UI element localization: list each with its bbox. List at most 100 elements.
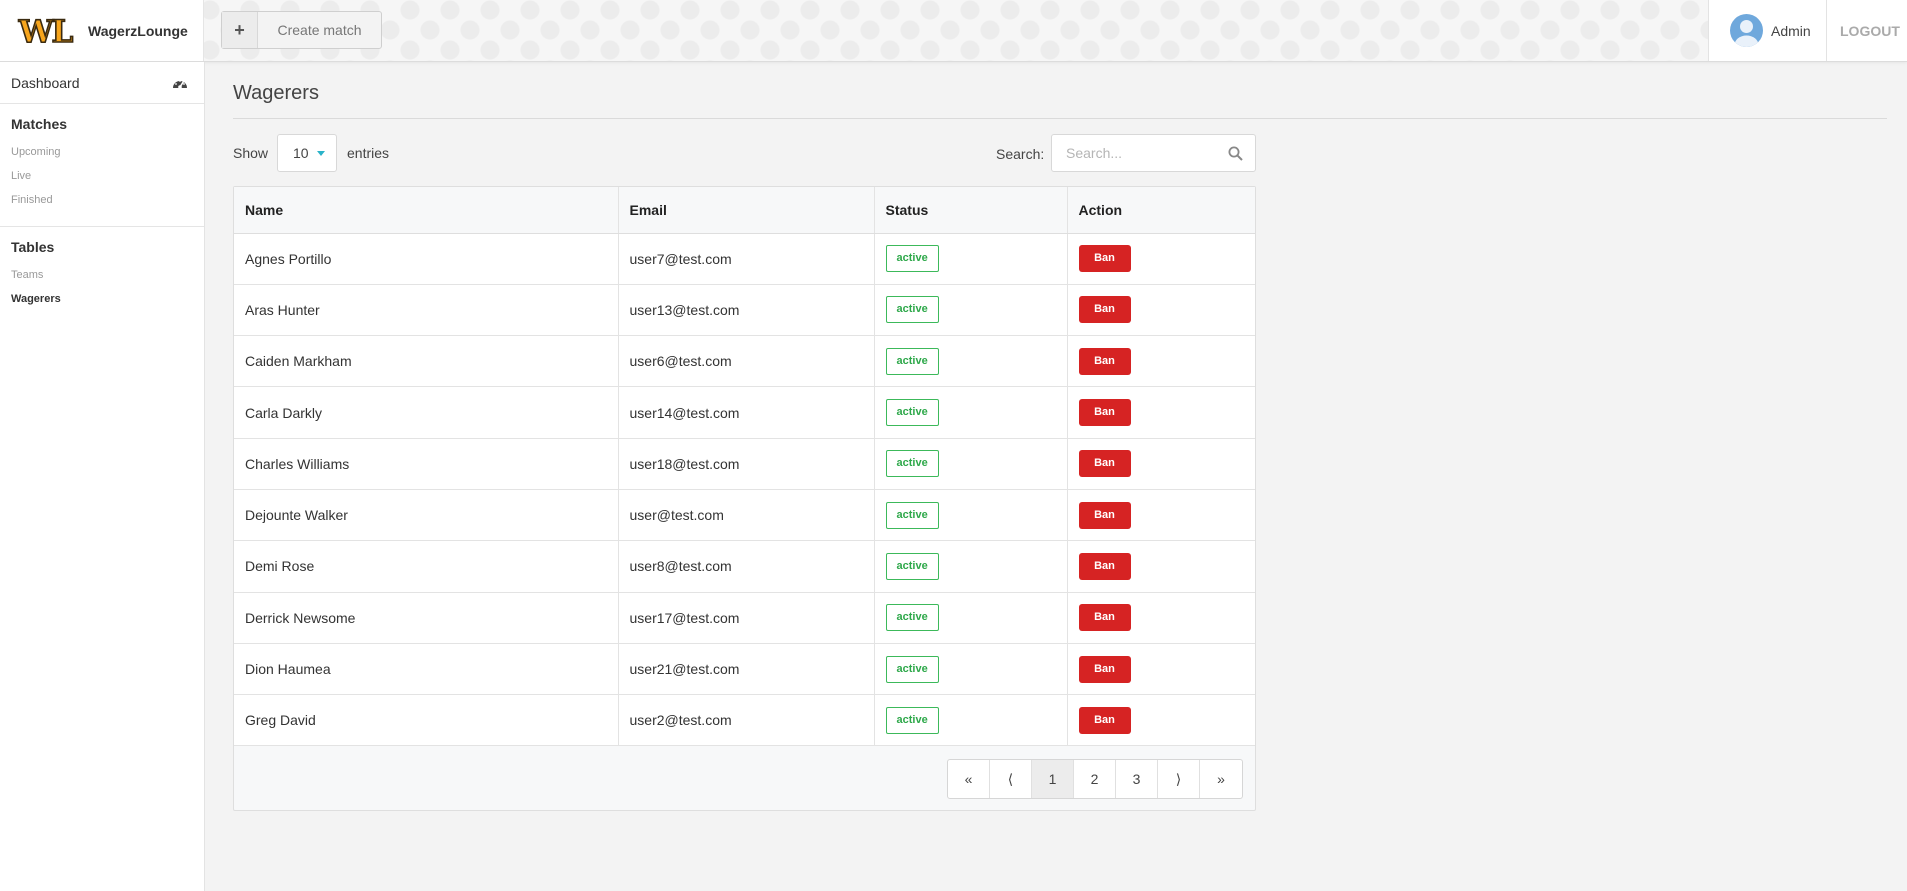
wagerer-name: Greg David: [245, 712, 316, 729]
pagination-first[interactable]: «: [948, 760, 990, 798]
pagination-last[interactable]: »: [1200, 760, 1242, 798]
sidebar-item-wagerers[interactable]: Wagerers: [11, 287, 204, 311]
cell-action: Ban: [1067, 233, 1255, 285]
wagerer-name: Caiden Markham: [245, 353, 352, 370]
cell-action: Ban: [1067, 540, 1255, 593]
cell-status: active: [874, 489, 1068, 542]
ban-button[interactable]: Ban: [1078, 604, 1131, 632]
status-badge: active: [885, 399, 939, 427]
wagerer-email: user7@test.com: [629, 250, 732, 267]
status-badge: active: [885, 655, 939, 683]
pagination-page-3[interactable]: 3: [1116, 760, 1158, 798]
gauge-icon: [173, 79, 187, 89]
wagerer-name: Aras Hunter: [245, 301, 320, 318]
wagerer-email: user8@test.com: [629, 558, 732, 575]
column-header-email[interactable]: Email: [618, 187, 875, 234]
sidebar-item-upcoming[interactable]: Upcoming: [11, 140, 204, 164]
wagerer-email: user13@test.com: [629, 301, 740, 318]
wagerer-email: user17@test.com: [629, 609, 740, 626]
brand[interactable]: WL WagerzLounge: [0, 0, 204, 61]
column-header-action[interactable]: Action: [1067, 187, 1255, 234]
ban-button[interactable]: Ban: [1078, 245, 1131, 273]
cell-name: Charles Williams: [234, 438, 619, 490]
search-icon[interactable]: [1228, 146, 1243, 161]
wagerer-email: user6@test.com: [629, 353, 732, 370]
cell-email: user7@test.com: [618, 233, 875, 285]
cell-action: Ban: [1067, 489, 1255, 542]
cell-email: user8@test.com: [618, 540, 875, 593]
table-row: Dion Haumea user21@test.com active Ban: [234, 643, 1255, 696]
ban-button[interactable]: Ban: [1078, 347, 1131, 375]
cell-status: active: [874, 592, 1068, 644]
table-row: Caiden Markham user6@test.com active Ban: [234, 335, 1255, 388]
cell-name: Dejounte Walker: [234, 489, 619, 542]
status-badge: active: [885, 245, 939, 273]
wagerer-email: user18@test.com: [629, 455, 740, 472]
ban-button[interactable]: Ban: [1078, 706, 1131, 734]
pagination-page-2[interactable]: 2: [1074, 760, 1116, 798]
search-label: Search:: [996, 146, 1045, 162]
cell-name: Greg David: [234, 694, 619, 747]
search-input[interactable]: [1052, 135, 1222, 171]
cell-action: Ban: [1067, 643, 1255, 696]
cell-name: Demi Rose: [234, 540, 619, 593]
pagination-prev[interactable]: ⟨: [990, 760, 1032, 798]
cell-name: Caiden Markham: [234, 335, 619, 388]
create-match-button[interactable]: + Create match: [221, 11, 382, 49]
pagination-page-1[interactable]: 1: [1032, 760, 1074, 798]
pagination: « ⟨ 1 2 3 ⟩ »: [947, 759, 1243, 799]
sidebar-item-dashboard[interactable]: Dashboard: [0, 62, 204, 104]
cell-name: Carla Darkly: [234, 386, 619, 439]
cell-email: user21@test.com: [618, 643, 875, 696]
ban-button[interactable]: Ban: [1078, 501, 1131, 529]
create-match-label: Create match: [277, 22, 362, 38]
wagerer-email: user@test.com: [629, 507, 724, 524]
sidebar-item-teams[interactable]: Teams: [11, 263, 204, 287]
page-title: Wagerers: [233, 82, 319, 104]
wagerers-table: Name Email Status Action Agnes Portillo u…: [234, 187, 1255, 747]
wagerer-name: Dion Haumea: [245, 661, 331, 678]
pagination-next[interactable]: ⟩: [1158, 760, 1200, 798]
column-header-name[interactable]: Name: [234, 187, 619, 234]
cell-status: active: [874, 386, 1068, 439]
cell-action: Ban: [1067, 438, 1255, 490]
cell-email: user@test.com: [618, 489, 875, 542]
table-row: Charles Williams user18@test.com active Ban: [234, 438, 1255, 490]
cell-email: user13@test.com: [618, 284, 875, 337]
search-box: [1051, 134, 1256, 172]
ban-button[interactable]: Ban: [1078, 552, 1131, 580]
ban-button[interactable]: Ban: [1078, 296, 1131, 324]
cell-name: Dion Haumea: [234, 643, 619, 696]
status-badge: active: [885, 347, 939, 375]
cell-action: Ban: [1067, 335, 1255, 388]
user-avatar-icon: [1730, 14, 1763, 47]
cell-action: Ban: [1067, 284, 1255, 337]
ban-button[interactable]: Ban: [1078, 399, 1131, 427]
ban-button[interactable]: Ban: [1078, 655, 1131, 683]
cell-name: Aras Hunter: [234, 284, 619, 337]
column-header-status[interactable]: Status: [874, 187, 1068, 234]
entries-label: entries: [347, 145, 390, 161]
sidebar-item-finished[interactable]: Finished: [11, 188, 204, 212]
cell-status: active: [874, 438, 1068, 490]
cell-email: user2@test.com: [618, 694, 875, 747]
page-size-select[interactable]: 10: [277, 134, 337, 172]
cell-name: Derrick Newsome: [234, 592, 619, 644]
sidebar-item-live[interactable]: Live: [11, 164, 204, 188]
status-badge: active: [885, 501, 939, 529]
ban-button[interactable]: Ban: [1078, 450, 1131, 478]
cell-email: user14@test.com: [618, 386, 875, 439]
title-divider: [233, 118, 1887, 119]
user-menu[interactable]: Admin: [1708, 0, 1826, 61]
wagerer-email: user21@test.com: [629, 661, 740, 678]
chevron-down-icon: [316, 150, 325, 156]
wl-logo: WL: [17, 14, 76, 48]
sidebar-heading-tables: Tables: [11, 239, 55, 255]
status-badge: active: [885, 296, 939, 324]
cell-email: user17@test.com: [618, 592, 875, 644]
top-bar: WL WagerzLounge + Create match Admin LOG…: [0, 0, 1907, 62]
wagerer-email: user14@test.com: [629, 404, 740, 421]
status-badge: active: [885, 552, 939, 580]
logout-button[interactable]: LOGOUT: [1826, 0, 1907, 61]
wagerer-name: Dejounte Walker: [245, 507, 348, 524]
